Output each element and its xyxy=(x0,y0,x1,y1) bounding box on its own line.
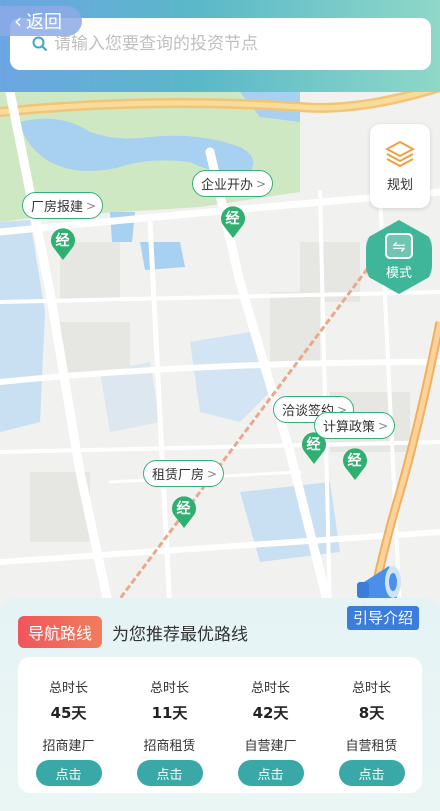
route-cards: 总时长 45天 招商建厂 点击 总时长 11天 招商租赁 点击 总时长 42天 … xyxy=(18,657,422,793)
location-pin-icon[interactable]: 经 xyxy=(219,203,247,239)
location-pin-icon[interactable]: 经 xyxy=(49,225,77,261)
marker-label: 计算政策 xyxy=(323,420,376,435)
marker-tag[interactable]: 企业开办 > xyxy=(192,170,274,197)
duration-label: 总时长 xyxy=(149,681,189,696)
location-pin-icon[interactable]: 经 xyxy=(341,445,369,481)
marker-tag[interactable]: 租赁厂房 > xyxy=(143,460,225,487)
duration-label: 总时长 xyxy=(250,681,290,696)
search-input[interactable] xyxy=(54,34,394,54)
marker-label: 企业开办 xyxy=(201,178,254,193)
route-select-button[interactable]: 点击 xyxy=(338,760,405,786)
marker-tag[interactable]: 计算政策 > xyxy=(314,412,396,439)
route-select-button[interactable]: 点击 xyxy=(35,760,102,786)
chevron-left-icon: ‹ xyxy=(14,9,22,33)
pin-label: 经 xyxy=(176,501,191,517)
chevron-right-icon: > xyxy=(378,418,389,433)
route-card: 总时长 8天 自营租赁 点击 xyxy=(321,657,422,793)
route-type: 招商租赁 xyxy=(143,739,196,754)
guide-label: 引导介绍 xyxy=(347,606,419,630)
pin-label: 经 xyxy=(55,233,70,249)
chevron-right-icon: > xyxy=(207,466,218,481)
route-type: 自营租赁 xyxy=(345,739,398,754)
marker-rent-factory[interactable]: 租赁厂房 > 经 xyxy=(143,460,225,529)
duration-label: 总时长 xyxy=(48,681,88,696)
marker-label: 租赁厂房 xyxy=(152,468,205,483)
megaphone-icon xyxy=(357,566,401,598)
mode-label: 模式 xyxy=(385,266,412,281)
duration-value: 42天 xyxy=(252,704,289,722)
duration-value: 45天 xyxy=(50,704,87,722)
pin-label: 经 xyxy=(225,211,240,227)
route-card: 总时长 42天 自营建厂 点击 xyxy=(220,657,321,793)
duration-label: 总时长 xyxy=(351,681,391,696)
location-pin-icon[interactable]: 经 xyxy=(170,493,198,529)
chevron-right-icon: > xyxy=(256,176,267,191)
back-label: 返回 xyxy=(26,12,62,33)
plan-label: 规划 xyxy=(386,177,413,193)
route-type: 自营建厂 xyxy=(244,739,297,754)
guide-intro-button[interactable]: 引导介绍 xyxy=(347,560,419,630)
route-select-button[interactable]: 点击 xyxy=(136,760,203,786)
layers-icon xyxy=(385,140,415,167)
duration-value: 8天 xyxy=(358,704,385,722)
marker-label: 厂房报建 xyxy=(31,200,84,215)
route-type: 招商建厂 xyxy=(42,739,95,754)
route-select-button[interactable]: 点击 xyxy=(237,760,304,786)
nav-route-badge: 导航路线 xyxy=(18,616,103,648)
swap-icon: ⇋ xyxy=(385,233,413,259)
back-button[interactable]: ‹ 返回 xyxy=(0,6,82,36)
route-card: 总时长 45天 招商建厂 点击 xyxy=(18,657,119,793)
panel-header: 导航路线 为您推荐最优路线 xyxy=(18,616,248,648)
panel-subtitle: 为您推荐最优路线 xyxy=(112,624,249,645)
marker-policy[interactable]: 计算政策 > 经 xyxy=(314,412,396,481)
route-card: 总时长 11天 招商租赁 点击 xyxy=(119,657,220,793)
pin-label: 经 xyxy=(347,453,362,469)
marker-business-open[interactable]: 企业开办 > 经 xyxy=(192,170,274,239)
marker-tag[interactable]: 厂房报建 > xyxy=(22,192,104,219)
duration-value: 11天 xyxy=(151,704,188,722)
chevron-right-icon: > xyxy=(86,198,97,213)
marker-factory-build[interactable]: 厂房报建 > 经 xyxy=(22,192,104,261)
search-icon xyxy=(32,36,48,52)
plan-button[interactable]: 规划 xyxy=(370,124,430,208)
